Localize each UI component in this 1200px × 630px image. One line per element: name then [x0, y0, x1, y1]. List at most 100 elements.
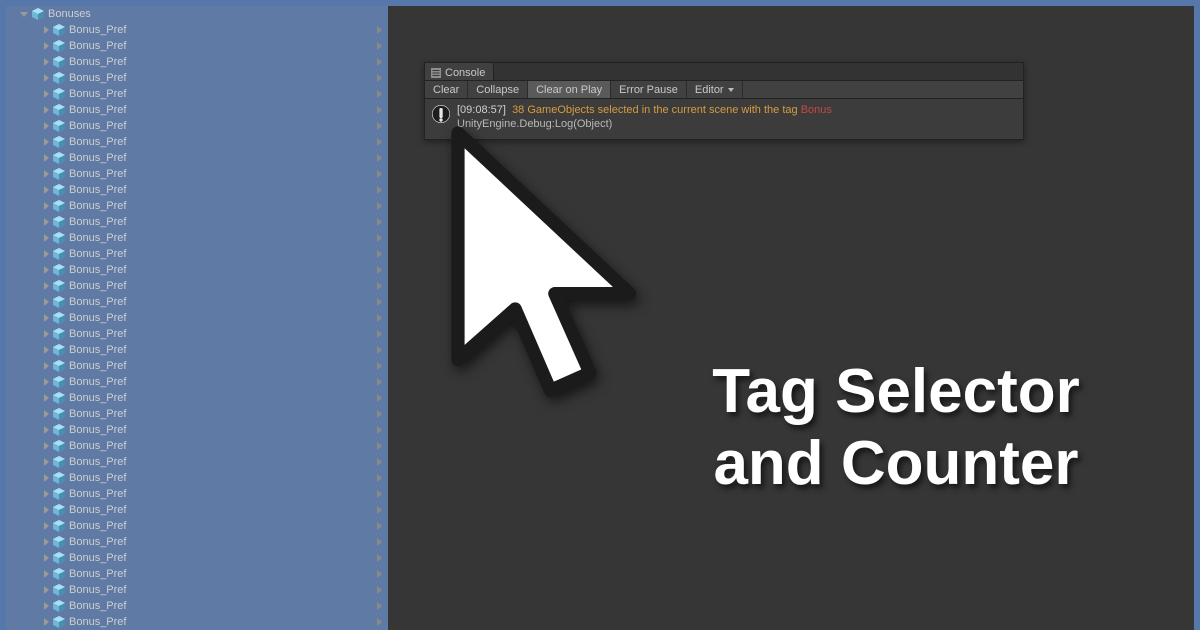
hierarchy-item[interactable]: Bonus_Pref [6, 518, 388, 534]
foldout-icon[interactable] [44, 138, 49, 146]
hierarchy-item[interactable]: Bonus_Pref [6, 166, 388, 182]
hierarchy-item-label: Bonus_Pref [69, 136, 126, 148]
hierarchy-item[interactable]: Bonus_Pref [6, 326, 388, 342]
error-pause-button[interactable]: Error Pause [611, 81, 687, 98]
log-entry[interactable]: [09:08:57] 38 GameObjects selected in th… [431, 103, 1017, 131]
foldout-icon[interactable] [20, 12, 28, 17]
hierarchy-item[interactable]: Bonus_Pref [6, 214, 388, 230]
hierarchy-item[interactable]: Bonus_Pref [6, 246, 388, 262]
foldout-icon[interactable] [44, 346, 49, 354]
clear-on-play-button[interactable]: Clear on Play [528, 81, 611, 98]
foldout-icon[interactable] [44, 474, 49, 482]
foldout-icon[interactable] [44, 90, 49, 98]
foldout-icon[interactable] [44, 554, 49, 562]
foldout-icon[interactable] [44, 250, 49, 258]
hierarchy-item[interactable]: Bonus_Pref [6, 230, 388, 246]
hierarchy-item[interactable]: Bonus_Pref [6, 118, 388, 134]
chevron-right-icon [377, 90, 382, 98]
foldout-icon[interactable] [44, 618, 49, 626]
hierarchy-item[interactable]: Bonus_Pref [6, 150, 388, 166]
prefab-icon [53, 248, 65, 260]
hierarchy-item[interactable]: Bonus_Pref [6, 582, 388, 598]
foldout-icon[interactable] [44, 538, 49, 546]
foldout-icon[interactable] [44, 522, 49, 530]
hierarchy-item[interactable]: Bonus_Pref [6, 38, 388, 54]
foldout-icon[interactable] [44, 234, 49, 242]
foldout-icon[interactable] [44, 490, 49, 498]
hierarchy-item[interactable]: Bonus_Pref [6, 198, 388, 214]
foldout-icon[interactable] [44, 170, 49, 178]
hierarchy-item[interactable]: Bonus_Pref [6, 406, 388, 422]
foldout-icon[interactable] [44, 74, 49, 82]
hierarchy-item-label: Bonus_Pref [69, 216, 126, 228]
console-icon [431, 68, 441, 78]
hierarchy-item-label: Bonus_Pref [69, 120, 126, 132]
foldout-icon[interactable] [44, 458, 49, 466]
hierarchy-item[interactable]: Bonus_Pref [6, 550, 388, 566]
foldout-icon[interactable] [44, 442, 49, 450]
chevron-right-icon [377, 330, 382, 338]
foldout-icon[interactable] [44, 186, 49, 194]
hierarchy-item[interactable]: Bonus_Pref [6, 486, 388, 502]
hierarchy-item[interactable]: Bonus_Pref [6, 470, 388, 486]
foldout-icon[interactable] [44, 602, 49, 610]
hierarchy-item[interactable]: Bonus_Pref [6, 278, 388, 294]
foldout-icon[interactable] [44, 362, 49, 370]
hierarchy-item[interactable]: Bonus_Pref [6, 438, 388, 454]
hierarchy-item[interactable]: Bonus_Pref [6, 134, 388, 150]
foldout-icon[interactable] [44, 58, 49, 66]
console-tab[interactable]: Console [425, 63, 494, 80]
hierarchy-item[interactable]: Bonus_Pref [6, 342, 388, 358]
hierarchy-item[interactable]: Bonus_Pref [6, 374, 388, 390]
foldout-icon[interactable] [44, 218, 49, 226]
hierarchy-item-label: Bonus_Pref [69, 360, 126, 372]
hierarchy-item[interactable]: Bonus_Pref [6, 86, 388, 102]
hierarchy-item[interactable]: Bonus_Pref [6, 70, 388, 86]
foldout-icon[interactable] [44, 266, 49, 274]
foldout-icon[interactable] [44, 298, 49, 306]
chevron-right-icon [377, 506, 382, 514]
hierarchy-item-label: Bonus_Pref [69, 104, 126, 116]
foldout-icon[interactable] [44, 122, 49, 130]
foldout-icon[interactable] [44, 394, 49, 402]
hierarchy-item[interactable]: Bonus_Pref [6, 454, 388, 470]
hierarchy-item[interactable]: Bonus_Pref [6, 22, 388, 38]
hierarchy-item[interactable]: Bonus_Pref [6, 422, 388, 438]
foldout-icon[interactable] [44, 202, 49, 210]
hierarchy-item[interactable]: Bonus_Pref [6, 390, 388, 406]
hierarchy-item-label: Bonus_Pref [69, 344, 126, 356]
foldout-icon[interactable] [44, 426, 49, 434]
foldout-icon[interactable] [44, 570, 49, 578]
hierarchy-item-label: Bonus_Pref [69, 456, 126, 468]
hierarchy-item[interactable]: Bonus_Pref [6, 54, 388, 70]
hierarchy-item[interactable]: Bonus_Pref [6, 182, 388, 198]
hierarchy-item[interactable]: Bonus_Pref [6, 102, 388, 118]
hierarchy-item-label: Bonus_Pref [69, 72, 126, 84]
foldout-icon[interactable] [44, 106, 49, 114]
hierarchy-item[interactable]: Bonus_Pref [6, 534, 388, 550]
foldout-icon[interactable] [44, 42, 49, 50]
foldout-icon[interactable] [44, 314, 49, 322]
foldout-icon[interactable] [44, 330, 49, 338]
hierarchy-item-label: Bonus_Pref [69, 392, 126, 404]
hierarchy-item[interactable]: Bonus_Pref [6, 502, 388, 518]
hierarchy-item[interactable]: Bonus_Pref [6, 598, 388, 614]
hierarchy-item[interactable]: Bonus_Pref [6, 614, 388, 630]
foldout-icon[interactable] [44, 506, 49, 514]
hierarchy-item[interactable]: Bonus_Pref [6, 294, 388, 310]
foldout-icon[interactable] [44, 154, 49, 162]
hierarchy-item[interactable]: Bonus_Pref [6, 358, 388, 374]
hierarchy-item[interactable]: Bonus_Pref [6, 310, 388, 326]
hierarchy-root[interactable]: Bonuses [6, 6, 388, 22]
collapse-button[interactable]: Collapse [468, 81, 528, 98]
foldout-icon[interactable] [44, 378, 49, 386]
foldout-icon[interactable] [44, 282, 49, 290]
foldout-icon[interactable] [44, 586, 49, 594]
editor-dropdown[interactable]: Editor [687, 81, 743, 98]
hierarchy-item[interactable]: Bonus_Pref [6, 566, 388, 582]
foldout-icon[interactable] [44, 410, 49, 418]
hierarchy-item[interactable]: Bonus_Pref [6, 262, 388, 278]
foldout-icon[interactable] [44, 26, 49, 34]
chevron-right-icon [377, 394, 382, 402]
clear-button[interactable]: Clear [425, 81, 468, 98]
